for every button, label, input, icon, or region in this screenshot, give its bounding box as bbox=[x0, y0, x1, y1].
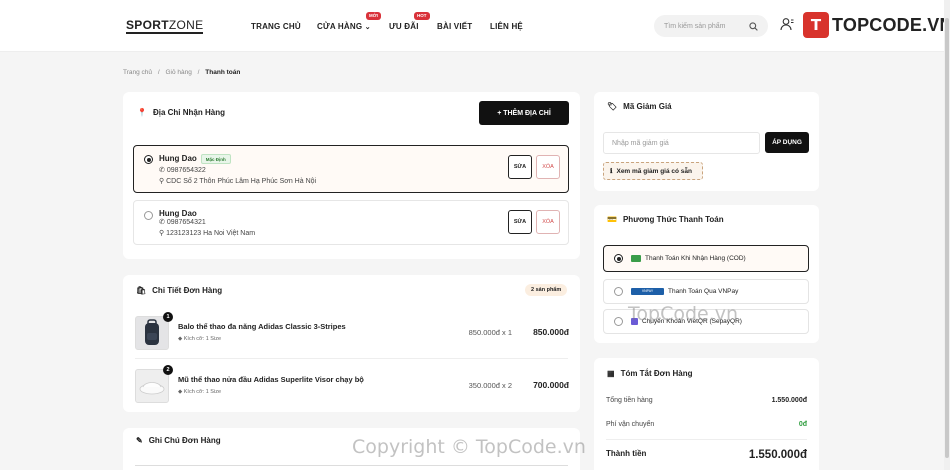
item-name[interactable]: Balo thể thao đa năng Adidas Classic 3-S… bbox=[178, 322, 346, 331]
item-count-badge: 2 sản phẩm bbox=[525, 284, 568, 296]
address-name: Hung Dao bbox=[159, 209, 197, 218]
address-phone: ✆ 0987654322 bbox=[159, 167, 206, 174]
nav-deals[interactable]: ƯU ĐÃI bbox=[389, 22, 419, 31]
breadcrumb-separator: / bbox=[197, 69, 200, 76]
order-detail-title: 🛍 Chi Tiết Đơn Hàng bbox=[136, 286, 223, 295]
location-pin-icon: 📍 bbox=[137, 108, 147, 117]
order-summary-title: ▦ Tóm Tắt Đơn Hàng bbox=[607, 369, 693, 378]
default-badge: Mặc Định bbox=[200, 154, 231, 164]
nav-blog[interactable]: BÀI VIẾT bbox=[437, 22, 472, 31]
map-pin-icon: ⚲ bbox=[159, 230, 165, 237]
edit-address-button[interactable]: SỬA bbox=[508, 155, 532, 179]
coupon-title: 🏷 Mã Giảm Giá bbox=[607, 102, 672, 111]
map-pin-icon: ⚲ bbox=[159, 178, 165, 185]
scrollbar-thumb[interactable] bbox=[945, 18, 949, 458]
item-total-price: 700.000đ bbox=[533, 380, 569, 390]
topcode-brand: T TOPCODE.VN bbox=[803, 11, 950, 39]
item-size: ◆ Kích cỡ: 1 Size bbox=[178, 336, 221, 342]
payment-radio-selected[interactable] bbox=[614, 254, 623, 263]
breadcrumb-separator: / bbox=[157, 69, 160, 76]
divider bbox=[606, 439, 807, 440]
backpack-image bbox=[135, 316, 169, 350]
delete-address-button[interactable]: XÓA bbox=[536, 155, 560, 179]
item-unit-price: 850.000đ x 1 bbox=[468, 328, 512, 337]
topcode-brand-text: TOPCODE.VN bbox=[832, 14, 950, 35]
edit-address-button[interactable]: SỬA bbox=[508, 210, 532, 234]
breadcrumb: Trang chủ / Giỏ hàng / Thanh toán bbox=[123, 69, 240, 76]
user-icon[interactable] bbox=[780, 17, 794, 31]
nav-shop[interactable]: CỬA HÀNG ⌄ bbox=[317, 22, 371, 31]
edit-note-icon: ✎ bbox=[136, 436, 143, 445]
nav-contact[interactable]: LIÊN HỆ bbox=[490, 22, 523, 31]
info-icon: ℹ bbox=[610, 168, 613, 175]
item-name[interactable]: Mũ thể thao nửa đầu Adidas Superlite Vis… bbox=[178, 375, 364, 384]
copyright-watermark: Copyright © TopCode.vn bbox=[352, 436, 586, 458]
item-quantity-badge: 1 bbox=[163, 312, 173, 322]
search-icon[interactable] bbox=[749, 21, 758, 31]
view-coupons-link[interactable]: ℹ Xem mã giảm giá có sẵn bbox=[603, 162, 703, 180]
item-total-price: 850.000đ bbox=[533, 327, 569, 337]
address-phone: ✆ 0987654321 bbox=[159, 219, 206, 226]
payment-radio[interactable] bbox=[614, 317, 623, 326]
breadcrumb-home[interactable]: Trang chủ bbox=[123, 69, 152, 76]
nav-deals-hot-tag: HOT bbox=[414, 12, 430, 20]
nav-home[interactable]: TRANG CHỦ bbox=[251, 22, 301, 31]
page-scrollbar[interactable] bbox=[944, 0, 950, 470]
item-size: ◆ Kích cỡ: 1 Size bbox=[178, 389, 221, 395]
topcode-logo-icon: T bbox=[803, 12, 829, 38]
visor-image bbox=[135, 369, 169, 403]
payment-option-vnpay[interactable]: VNPAY Thanh Toán Qua VNPay bbox=[603, 279, 809, 304]
ticket-icon: 🏷 bbox=[607, 102, 618, 111]
payment-method-title: 💳 Phương Thức Thanh Toán bbox=[607, 215, 724, 224]
note-textarea-edge[interactable] bbox=[135, 465, 568, 466]
chevron-down-icon: ⌄ bbox=[364, 24, 371, 31]
calculator-icon: ▦ bbox=[607, 369, 615, 378]
topcode-watermark: TopCode.vn bbox=[628, 303, 739, 325]
address-card: 📍 Địa Chỉ Nhận Hàng + THÊM ĐỊA CHỈ Hung … bbox=[123, 92, 580, 259]
site-logo[interactable]: SPORTZONE bbox=[126, 19, 204, 34]
apply-coupon-button[interactable]: ÁP DỤNG bbox=[765, 132, 809, 153]
tag-icon: ◆ bbox=[178, 389, 183, 395]
shipping-row: Phí vận chuyển 0đ bbox=[606, 421, 807, 428]
search-input[interactable]: Tìm kiếm sản phẩm bbox=[654, 15, 768, 37]
coupon-input[interactable]: Nhập mã giảm giá bbox=[603, 132, 760, 154]
address-option-2[interactable]: Hung Dao ✆ 0987654321 ⚲ 123123123 Ha Noi… bbox=[133, 200, 569, 245]
delete-address-button[interactable]: XÓA bbox=[536, 210, 560, 234]
search-placeholder: Tìm kiếm sản phẩm bbox=[664, 22, 726, 30]
order-detail-card: 🛍 Chi Tiết Đơn Hàng 2 sản phẩm 1 Balo th… bbox=[123, 275, 580, 412]
add-address-button[interactable]: + THÊM ĐỊA CHỈ bbox=[479, 101, 569, 125]
grand-total-row: Thành tiền 1.550.000đ bbox=[606, 449, 807, 461]
address-name: Hung Dao Mặc Định bbox=[159, 154, 231, 164]
payment-option-cod[interactable]: Thanh Toán Khi Nhận Hàng (COD) bbox=[603, 245, 809, 272]
payment-radio[interactable] bbox=[614, 287, 623, 296]
address-line: ⚲ 123123123 Ha Noi Việt Nam bbox=[159, 230, 256, 237]
breadcrumb-cart[interactable]: Giỏ hàng bbox=[165, 69, 191, 76]
item-quantity-badge: 2 bbox=[163, 365, 173, 375]
breadcrumb-current: Thanh toán bbox=[205, 69, 241, 76]
address-radio[interactable] bbox=[144, 211, 153, 220]
shopping-bag-icon: 🛍 bbox=[136, 286, 147, 295]
address-line: ⚲ CDC Số 2 Thôn Phúc Lâm Hạ Phúc Sơn Hà … bbox=[159, 178, 317, 185]
phone-icon: ✆ bbox=[159, 167, 165, 174]
subtotal-row: Tổng tiền hàng 1.550.000đ bbox=[606, 397, 807, 404]
order-note-title: ✎ Ghi Chú Đơn Hàng bbox=[136, 436, 221, 445]
divider bbox=[135, 358, 568, 359]
address-card-title: 📍 Địa Chỉ Nhận Hàng bbox=[137, 108, 225, 117]
address-option-default[interactable]: Hung Dao Mặc Định ✆ 0987654322 ⚲ CDC Số 2… bbox=[133, 145, 569, 193]
site-header: SPORTZONE TRANG CHỦ CỬA HÀNG ⌄ MỚI ƯU ĐÃ… bbox=[0, 0, 950, 52]
vnpay-logo-icon: VNPAY bbox=[631, 288, 664, 295]
order-summary-card: ▦ Tóm Tắt Đơn Hàng Tổng tiền hàng 1.550.0… bbox=[594, 358, 819, 470]
nav-shop-new-tag: MỚI bbox=[366, 12, 381, 20]
item-unit-price: 350.000đ x 2 bbox=[468, 381, 512, 390]
credit-card-icon: 💳 bbox=[607, 215, 617, 224]
address-radio-selected[interactable] bbox=[144, 155, 153, 164]
cash-icon bbox=[631, 255, 641, 262]
phone-icon: ✆ bbox=[159, 219, 165, 226]
coupon-card: 🏷 Mã Giảm Giá Nhập mã giảm giá ÁP DỤNG ℹ… bbox=[594, 92, 819, 191]
tag-icon: ◆ bbox=[178, 336, 183, 342]
